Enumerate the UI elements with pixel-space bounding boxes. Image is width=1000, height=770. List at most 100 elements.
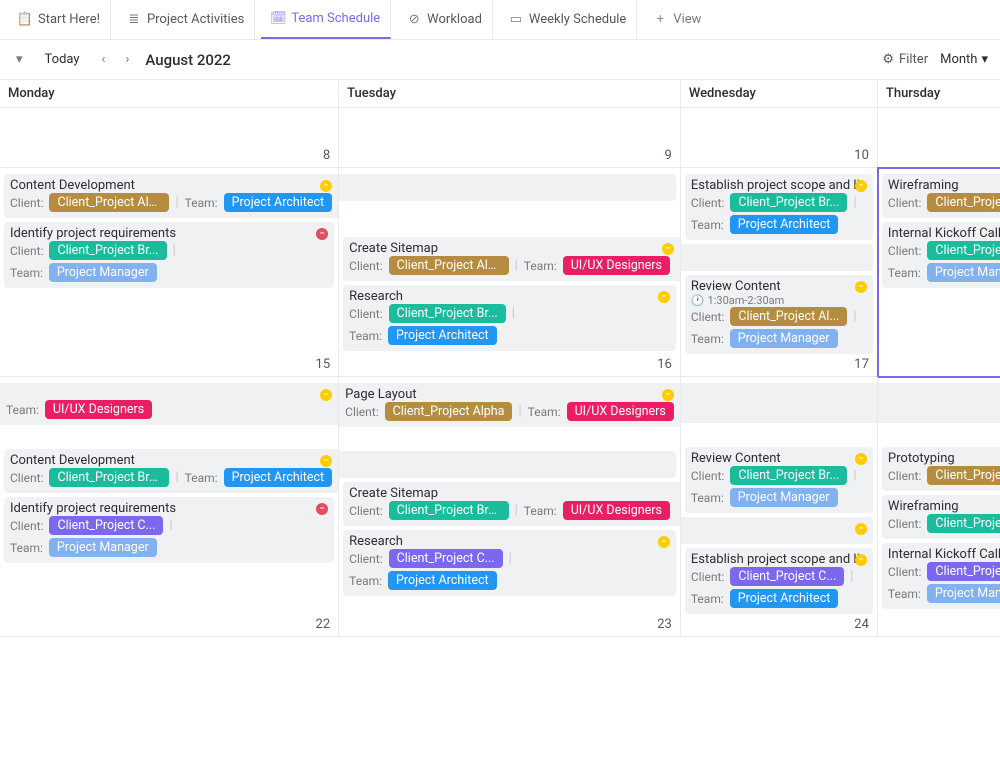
- team-label: Team:: [691, 592, 724, 606]
- day-cell-today[interactable]: Wireframing Client:Client_Project Alpha|…: [878, 168, 1000, 377]
- event-title: Prototyping: [888, 451, 1000, 466]
- client-pill: Client_Project C...: [389, 549, 503, 568]
- tab-label: Team Schedule: [291, 11, 380, 26]
- status-badge: −: [855, 281, 867, 293]
- view-mode-dropdown[interactable]: Month▾: [940, 52, 988, 67]
- team-label: Team:: [691, 218, 724, 232]
- event-card[interactable]: − Research Client:Client_Project Br...| …: [343, 285, 676, 351]
- add-view-button[interactable]: +View: [643, 0, 711, 39]
- day-cell[interactable]: − Review Content Client: Client_Project B…: [681, 377, 878, 637]
- event-card[interactable]: − Identify project requirements Client:C…: [4, 497, 334, 563]
- status-badge: −: [855, 554, 867, 566]
- client-pill: Client_Project Alpha: [389, 256, 509, 275]
- day-number: 17: [854, 357, 869, 372]
- day-cell[interactable]: Prototyping Client:Client_Project Alpha|…: [878, 377, 1000, 637]
- event-card[interactable]: − Page Layout Client:Client_Project Alph…: [339, 383, 680, 427]
- next-month-button[interactable]: ›: [121, 48, 133, 71]
- client-pill: Client_Project Alpha: [49, 193, 169, 212]
- tab-weekly-schedule[interactable]: ▭Weekly Schedule: [499, 0, 637, 39]
- event-card[interactable]: Wireframing Client:Client_Project Bravo|…: [882, 495, 1000, 539]
- client-pill: Client_Project C...: [49, 516, 163, 535]
- tab-team-schedule[interactable]: 🗓Team Schedule: [261, 0, 391, 39]
- event-card[interactable]: − Internal Kickoff Call Client:Client_Pr…: [882, 222, 1000, 288]
- event-card[interactable]: − Review Content 🕐1:30am-2:30am Client:C…: [685, 275, 873, 354]
- event-card[interactable]: − Research Client:Client_Project C...| T…: [343, 530, 676, 596]
- day-number: 23: [657, 617, 672, 632]
- client-label: Client:: [10, 471, 43, 485]
- event-card-continuation[interactable]: [878, 383, 1000, 423]
- event-card-continuation[interactable]: [681, 244, 873, 271]
- event-card[interactable]: Wireframing Client:Client_Project Alpha|…: [882, 174, 1000, 218]
- status-badge: −: [658, 536, 670, 548]
- event-card-continuation[interactable]: [339, 174, 676, 201]
- event-card[interactable]: − Content Development Client:Client_Proj…: [4, 174, 338, 218]
- day-cell[interactable]: − Create Sitemap Client:Client_Project A…: [339, 168, 681, 377]
- event-title: Review Content: [691, 451, 867, 466]
- client-label: Client:: [10, 196, 43, 210]
- event-title: Wireframing: [888, 178, 1000, 193]
- day-cell[interactable]: − Team:UI/UX Designers − Content Develop…: [0, 377, 339, 637]
- event-card[interactable]: Create Sitemap Client:Client_Project Bra…: [343, 482, 680, 526]
- day-cell[interactable]: 8: [0, 108, 339, 168]
- team-pill: Project Manager: [927, 584, 1000, 603]
- team-pill: Project Manager: [49, 263, 157, 282]
- day-cell[interactable]: − Establish project scope and lin Client…: [681, 168, 878, 377]
- team-label: Team:: [185, 196, 218, 210]
- day-cell[interactable]: 9: [339, 108, 681, 168]
- client-label: Client:: [345, 405, 378, 419]
- day-number: 9: [665, 148, 672, 163]
- event-card-continuation[interactable]: − Team:UI/UX Designers: [0, 383, 338, 425]
- event-card[interactable]: Prototyping Client:Client_Project Alpha|…: [882, 447, 1000, 491]
- clock-icon: 🕐: [691, 294, 705, 307]
- today-button[interactable]: Today: [39, 48, 86, 71]
- event-title: Internal Kickoff Call: [888, 547, 1000, 562]
- chevron-down-icon: ▾: [981, 52, 988, 67]
- team-pill: Project Architect: [388, 326, 497, 345]
- client-pill: Client_Project Bravo: [49, 468, 169, 487]
- event-title: Wireframing: [888, 499, 1000, 514]
- client-pill: Client_Project Al...: [730, 307, 847, 326]
- tab-project-activities[interactable]: ≣Project Activities: [117, 0, 255, 39]
- status-badge: −: [658, 291, 670, 303]
- client-pill: Client_Project Br...: [730, 466, 847, 485]
- day-cell[interactable]: − Content Development Client:Client_Proj…: [0, 168, 339, 377]
- tab-label: Project Activities: [147, 12, 244, 27]
- tab-start-here[interactable]: 📋Start Here!: [8, 0, 111, 39]
- tab-workload[interactable]: ⊘Workload: [397, 0, 493, 39]
- client-label: Client:: [691, 570, 724, 584]
- event-card-continuation[interactable]: −: [681, 517, 873, 544]
- event-card[interactable]: − Internal Kickoff Call Client:Client_Pr…: [882, 543, 1000, 609]
- event-card[interactable]: − Identify project requirements Client:C…: [4, 222, 334, 288]
- team-pill: Project Manager: [927, 263, 1000, 282]
- event-title: Content Development: [10, 178, 332, 193]
- event-time: 🕐1:30am-2:30am: [691, 294, 867, 307]
- event-card[interactable]: − Review Content Client:Client_Project B…: [685, 447, 873, 513]
- client-pill: Client_Project C...: [927, 562, 1000, 581]
- prev-month-button[interactable]: ‹: [98, 48, 110, 71]
- day-header: Monday: [0, 80, 339, 108]
- expand-icon[interactable]: ▾: [12, 48, 27, 71]
- team-pill: Project Manager: [49, 538, 157, 557]
- event-title: Create Sitemap: [349, 486, 674, 501]
- team-label: Team:: [888, 587, 921, 601]
- event-title: Page Layout: [345, 387, 674, 402]
- event-card[interactable]: − Content Development Client:Client_Proj…: [4, 449, 338, 493]
- client-label: Client:: [10, 244, 43, 258]
- day-number: 15: [316, 357, 331, 372]
- team-label: Team:: [524, 504, 557, 518]
- client-pill: Client_Project Br...: [389, 304, 506, 323]
- status-badge: −: [662, 243, 674, 255]
- client-label: Client:: [888, 565, 921, 579]
- filter-button[interactable]: ⚙Filter: [882, 52, 928, 67]
- event-card[interactable]: − Establish project scope and lin Client…: [685, 548, 873, 614]
- day-cell[interactable]: 11: [878, 108, 1000, 168]
- client-label: Client:: [888, 244, 921, 258]
- event-card-continuation[interactable]: [339, 451, 676, 478]
- event-card[interactable]: − Establish project scope and lin Client…: [685, 174, 873, 240]
- day-cell[interactable]: 10: [681, 108, 878, 168]
- event-card-continuation[interactable]: [681, 383, 877, 423]
- day-number: 16: [657, 357, 672, 372]
- day-cell[interactable]: − Page Layout Client:Client_Project Alph…: [339, 377, 681, 637]
- event-card[interactable]: − Create Sitemap Client:Client_Project A…: [343, 237, 680, 281]
- client-label: Client:: [349, 552, 382, 566]
